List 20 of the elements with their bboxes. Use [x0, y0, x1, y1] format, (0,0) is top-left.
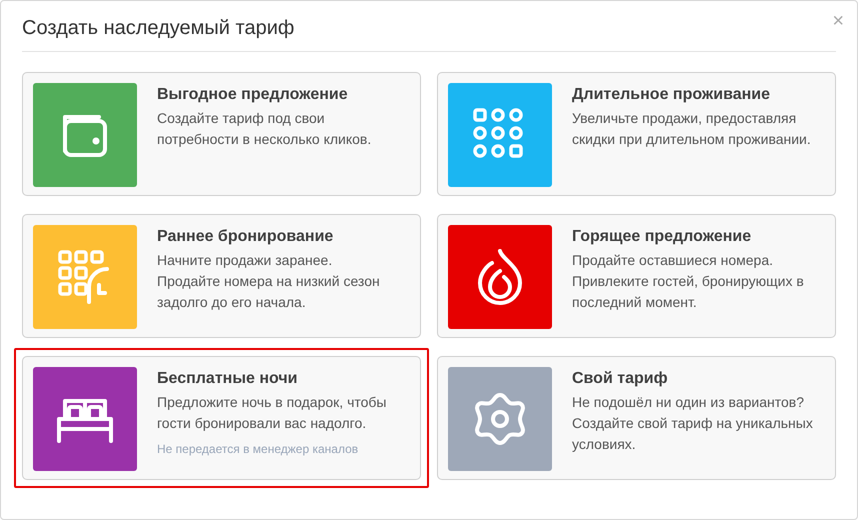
tariff-card[interactable]: Выгодное предложение Создайте тариф под свои потребности в несколько кликов. [22, 72, 421, 196]
card-description: Создайте тариф под свои потребности в несколько кликов. [157, 109, 372, 149]
dialog-title: Создать наследуемый тариф [22, 16, 294, 41]
card-description: Начните продажи заранее. Продайте номера на низкий сезон задолго до его начала. [157, 251, 381, 312]
card-title: Свой тариф [572, 369, 669, 389]
card-title: Выгодное предложение [157, 85, 349, 105]
card-description: Предложите ночь в подарок, чтобы гости бронировали вас надолго. [157, 393, 388, 433]
card-description: Не подошёл ни один из вариантов? Создайте свой тариф на уникальных условиях. [572, 393, 814, 454]
tariff-card[interactable]: Свой тариф Не подошёл ни один из вариантов? Создайте свой тариф на уникальных условиях. [437, 356, 836, 480]
card-description: Продайте оставшиеся номера. Привлеките гостей, бронирующих в последний момент. [572, 251, 805, 312]
card-title: Раннее бронирование [157, 227, 334, 247]
tariff-card[interactable]: Бесплатные ночи Предложите ночь в подарок, чтобы гости бронировали вас надолго. Не передается в менеджер каналов [22, 356, 421, 480]
tariff-card[interactable]: Длительное проживание Увеличьте продажи, предоставляя скидки при длительном проживании. [437, 72, 836, 196]
tariff-card[interactable]: Раннее бронирование Начните продажи заранее. Продайте номера на низкий сезон задолго до его начала. [22, 214, 421, 338]
card-title: Горящее предложение [572, 227, 752, 247]
card-note: Не передается в менеджер каналов [157, 441, 360, 458]
card-title: Бесплатные ночи [157, 369, 298, 389]
tariff-card[interactable]: Горящее предложение Продайте оставшиеся номера. Привлеките гостей, бронирующих в последний момент. [437, 214, 836, 338]
card-description: Увеличьте продажи, предоставляя скидки при длительном проживании. [572, 109, 812, 149]
card-title: Длительное проживание [572, 85, 772, 105]
